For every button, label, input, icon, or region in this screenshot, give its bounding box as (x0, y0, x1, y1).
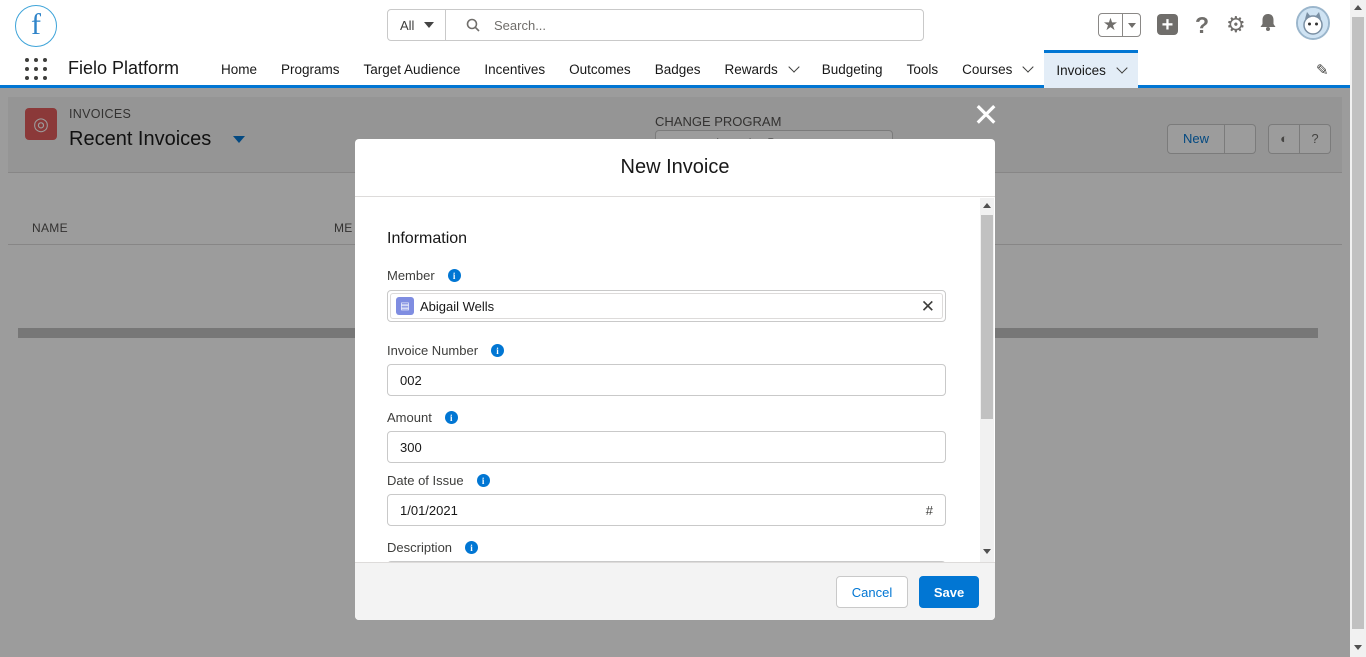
member-pill[interactable]: ▤ Abigail Wells ✕ (390, 293, 943, 319)
edit-nav-pencil-icon[interactable]: ✎ (1316, 61, 1329, 79)
scrollbar-thumb[interactable] (981, 215, 993, 419)
avatar[interactable] (1296, 6, 1330, 40)
nav-item-label: Home (221, 61, 258, 77)
search-field (446, 10, 923, 40)
nav-item-budgeting[interactable]: Budgeting (810, 50, 895, 88)
nav-item-label: Invoices (1056, 63, 1106, 78)
nav-item-home[interactable]: Home (209, 50, 269, 88)
help-icon[interactable]: ? (1195, 12, 1209, 39)
global-search: All (387, 9, 924, 41)
chevron-down-icon[interactable] (1116, 62, 1128, 74)
nav-item-label: Budgeting (821, 61, 883, 77)
invoice-number-label: Invoice Number i (387, 343, 505, 358)
nav-item-badges[interactable]: Badges (643, 50, 713, 88)
favorites-dropdown[interactable] (1123, 14, 1140, 36)
scroll-up-arrow-icon[interactable] (983, 203, 991, 208)
remove-icon[interactable]: ✕ (921, 298, 935, 315)
section-title: Information (387, 230, 468, 247)
nav-item-invoices[interactable]: Invoices (1044, 50, 1138, 88)
field-label-text: Description (387, 540, 453, 555)
field-label-text: Date of Issue (387, 473, 464, 488)
modal-footer: Cancel Save (355, 562, 995, 620)
cancel-button[interactable]: Cancel (836, 576, 908, 608)
window-scrollbar[interactable] (1350, 0, 1366, 657)
info-icon[interactable]: i (491, 344, 505, 357)
global-header: f All ★ + ? ⚙ (0, 0, 1350, 50)
scroll-down-arrow-icon[interactable] (983, 549, 991, 554)
scrollbar-thumb[interactable] (1352, 17, 1364, 629)
scroll-down-arrow-icon[interactable] (1354, 645, 1362, 650)
search-scope-dropdown[interactable]: All (388, 10, 446, 40)
star-icon: ★ (1099, 14, 1123, 36)
contact-icon: ▤ (396, 297, 414, 315)
input-value: 1/01/2021 (400, 502, 458, 518)
caret-down-icon (1127, 22, 1136, 28)
new-invoice-modal: New Invoice Information Member i ▤ Abigai… (355, 139, 995, 620)
nav-item-courses[interactable]: Courses (950, 50, 1044, 88)
nav-item-tools[interactable]: Tools (895, 50, 951, 88)
logo-letter: f (31, 8, 41, 41)
nav-item-label: Badges (654, 61, 701, 77)
app-nav-bar: Fielo Platform Home Programs Target Audi… (0, 50, 1350, 88)
nav-item-label: Tools (906, 61, 939, 77)
chevron-down-icon[interactable] (1022, 60, 1035, 73)
member-value: Abigail Wells (420, 298, 495, 314)
info-icon[interactable]: i (447, 269, 461, 282)
plus-icon[interactable]: + (1157, 14, 1178, 35)
info-icon[interactable]: i (444, 411, 458, 424)
app-launcher-icon[interactable] (25, 58, 47, 80)
invoice-number-input[interactable]: 002 (387, 364, 946, 396)
calendar-icon[interactable]: # (926, 503, 933, 518)
save-button[interactable]: Save (919, 576, 979, 608)
nav-item-programs[interactable]: Programs (269, 50, 352, 88)
modal-body: Information Member i ▤ Abigail Wells ✕ In… (355, 198, 995, 562)
field-label-text: Amount (387, 410, 432, 425)
member-label: Member i (387, 268, 461, 283)
search-input[interactable] (494, 17, 874, 33)
date-of-issue-label: Date of Issue i (387, 473, 490, 488)
bell-icon[interactable] (1258, 12, 1278, 32)
field-label-text: Invoice Number (387, 343, 479, 358)
search-scope-label: All (400, 17, 415, 33)
nav-item-label: Rewards (724, 61, 778, 77)
close-icon[interactable]: ✕ (971, 99, 1001, 131)
favorites-button[interactable]: ★ (1098, 13, 1141, 37)
input-value: 002 (400, 372, 422, 388)
amount-label: Amount i (387, 410, 458, 425)
search-icon (466, 18, 480, 32)
modal-title: New Invoice (355, 139, 995, 197)
date-of-issue-input[interactable]: 1/01/2021 # (387, 494, 946, 526)
gear-icon[interactable]: ⚙ (1226, 12, 1246, 38)
app-name: Fielo Platform (68, 58, 180, 78)
info-icon[interactable]: i (476, 474, 490, 487)
nav-item-target-audience[interactable]: Target Audience (352, 50, 473, 88)
nav-item-rewards[interactable]: Rewards (712, 50, 809, 88)
nav-item-label: Courses (962, 61, 1013, 77)
input-value: 300 (400, 439, 422, 455)
description-label: Description i (387, 540, 479, 555)
nav-item-outcomes[interactable]: Outcomes (557, 50, 643, 88)
nav-item-label: Incentives (484, 61, 546, 77)
chevron-down-icon[interactable] (788, 60, 800, 73)
app-logo[interactable]: f (15, 5, 57, 47)
amount-input[interactable]: 300 (387, 431, 946, 463)
member-lookup[interactable]: ▤ Abigail Wells ✕ (387, 290, 946, 322)
nav-items: Home Programs Target Audience Incentives… (209, 50, 1138, 88)
nav-item-label: Programs (281, 61, 340, 77)
scroll-up-arrow-icon[interactable] (1354, 5, 1362, 10)
field-label-text: Member (387, 268, 435, 283)
nav-item-label: Outcomes (569, 61, 631, 77)
modal-scrollbar[interactable] (980, 198, 994, 562)
caret-down-icon (424, 22, 435, 28)
nav-item-label: Target Audience (363, 61, 461, 77)
nav-item-incentives[interactable]: Incentives (472, 50, 557, 88)
info-icon[interactable]: i (465, 541, 479, 554)
